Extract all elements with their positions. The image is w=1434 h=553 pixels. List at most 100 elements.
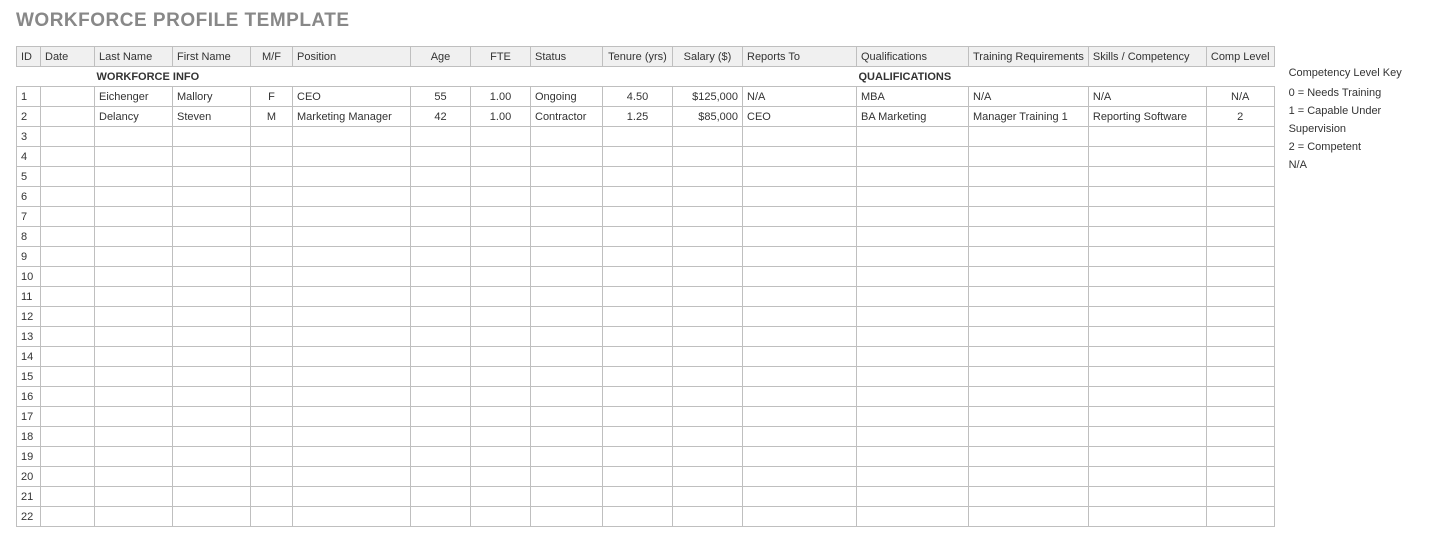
cell-last-name[interactable] <box>95 167 173 187</box>
cell-comp-level[interactable] <box>1206 207 1274 227</box>
cell-last-name[interactable] <box>95 507 173 527</box>
cell-status[interactable]: Contractor <box>531 107 603 127</box>
cell-last-name[interactable]: Eichenger <box>95 87 173 107</box>
cell-first-name[interactable] <box>173 207 251 227</box>
cell-id[interactable]: 16 <box>17 387 41 407</box>
cell-qualifications[interactable] <box>857 267 969 287</box>
cell-salary[interactable] <box>673 287 743 307</box>
cell-mf[interactable] <box>251 447 293 467</box>
cell-status[interactable] <box>531 247 603 267</box>
cell-mf[interactable] <box>251 407 293 427</box>
cell-training[interactable] <box>969 147 1089 167</box>
cell-skills[interactable]: N/A <box>1088 87 1206 107</box>
cell-id[interactable]: 21 <box>17 487 41 507</box>
cell-age[interactable] <box>411 507 471 527</box>
cell-reports-to[interactable] <box>743 507 857 527</box>
cell-age[interactable] <box>411 247 471 267</box>
cell-id[interactable]: 6 <box>17 187 41 207</box>
cell-date[interactable] <box>41 187 95 207</box>
cell-salary[interactable] <box>673 347 743 367</box>
cell-first-name[interactable] <box>173 187 251 207</box>
cell-comp-level[interactable] <box>1206 267 1274 287</box>
cell-status[interactable] <box>531 387 603 407</box>
cell-qualifications[interactable] <box>857 247 969 267</box>
cell-fte[interactable] <box>471 427 531 447</box>
cell-first-name[interactable] <box>173 147 251 167</box>
cell-comp-level[interactable] <box>1206 287 1274 307</box>
cell-position[interactable] <box>293 507 411 527</box>
cell-last-name[interactable] <box>95 307 173 327</box>
cell-training[interactable] <box>969 267 1089 287</box>
cell-mf[interactable] <box>251 147 293 167</box>
cell-reports-to[interactable] <box>743 467 857 487</box>
cell-reports-to[interactable] <box>743 247 857 267</box>
cell-id[interactable]: 4 <box>17 147 41 167</box>
cell-position[interactable] <box>293 327 411 347</box>
cell-last-name[interactable] <box>95 367 173 387</box>
cell-age[interactable] <box>411 327 471 347</box>
cell-id[interactable]: 5 <box>17 167 41 187</box>
cell-salary[interactable] <box>673 127 743 147</box>
cell-training[interactable] <box>969 287 1089 307</box>
cell-fte[interactable] <box>471 487 531 507</box>
cell-id[interactable]: 1 <box>17 87 41 107</box>
cell-last-name[interactable] <box>95 487 173 507</box>
cell-mf[interactable] <box>251 227 293 247</box>
cell-fte[interactable] <box>471 367 531 387</box>
cell-salary[interactable] <box>673 407 743 427</box>
cell-qualifications[interactable] <box>857 227 969 247</box>
cell-comp-level[interactable] <box>1206 247 1274 267</box>
cell-reports-to[interactable]: CEO <box>743 107 857 127</box>
cell-last-name[interactable] <box>95 387 173 407</box>
cell-skills[interactable] <box>1088 427 1206 447</box>
cell-salary[interactable] <box>673 447 743 467</box>
cell-first-name[interactable]: Mallory <box>173 87 251 107</box>
cell-tenure[interactable]: 1.25 <box>603 107 673 127</box>
cell-status[interactable] <box>531 287 603 307</box>
cell-reports-to[interactable] <box>743 347 857 367</box>
cell-first-name[interactable] <box>173 387 251 407</box>
cell-mf[interactable]: F <box>251 87 293 107</box>
cell-date[interactable] <box>41 167 95 187</box>
cell-training[interactable] <box>969 367 1089 387</box>
cell-skills[interactable] <box>1088 467 1206 487</box>
cell-training[interactable] <box>969 487 1089 507</box>
cell-qualifications[interactable] <box>857 167 969 187</box>
cell-last-name[interactable] <box>95 127 173 147</box>
cell-position[interactable] <box>293 287 411 307</box>
cell-comp-level[interactable] <box>1206 427 1274 447</box>
cell-fte[interactable]: 1.00 <box>471 107 531 127</box>
cell-status[interactable] <box>531 267 603 287</box>
cell-tenure[interactable] <box>603 447 673 467</box>
cell-mf[interactable] <box>251 487 293 507</box>
cell-training[interactable] <box>969 207 1089 227</box>
cell-first-name[interactable] <box>173 507 251 527</box>
cell-mf[interactable] <box>251 367 293 387</box>
cell-position[interactable] <box>293 247 411 267</box>
cell-reports-to[interactable] <box>743 407 857 427</box>
cell-fte[interactable] <box>471 407 531 427</box>
cell-id[interactable]: 20 <box>17 467 41 487</box>
cell-last-name[interactable] <box>95 287 173 307</box>
cell-reports-to[interactable] <box>743 167 857 187</box>
cell-reports-to[interactable]: N/A <box>743 87 857 107</box>
cell-id[interactable]: 7 <box>17 207 41 227</box>
cell-training[interactable] <box>969 427 1089 447</box>
cell-skills[interactable] <box>1088 327 1206 347</box>
cell-mf[interactable] <box>251 187 293 207</box>
cell-mf[interactable] <box>251 467 293 487</box>
cell-comp-level[interactable] <box>1206 187 1274 207</box>
cell-tenure[interactable] <box>603 407 673 427</box>
cell-age[interactable] <box>411 287 471 307</box>
cell-position[interactable]: Marketing Manager <box>293 107 411 127</box>
cell-fte[interactable] <box>471 127 531 147</box>
cell-position[interactable] <box>293 127 411 147</box>
cell-date[interactable] <box>41 367 95 387</box>
cell-mf[interactable] <box>251 267 293 287</box>
cell-reports-to[interactable] <box>743 187 857 207</box>
cell-date[interactable] <box>41 447 95 467</box>
cell-qualifications[interactable] <box>857 407 969 427</box>
cell-status[interactable] <box>531 147 603 167</box>
cell-id[interactable]: 10 <box>17 267 41 287</box>
cell-age[interactable] <box>411 187 471 207</box>
